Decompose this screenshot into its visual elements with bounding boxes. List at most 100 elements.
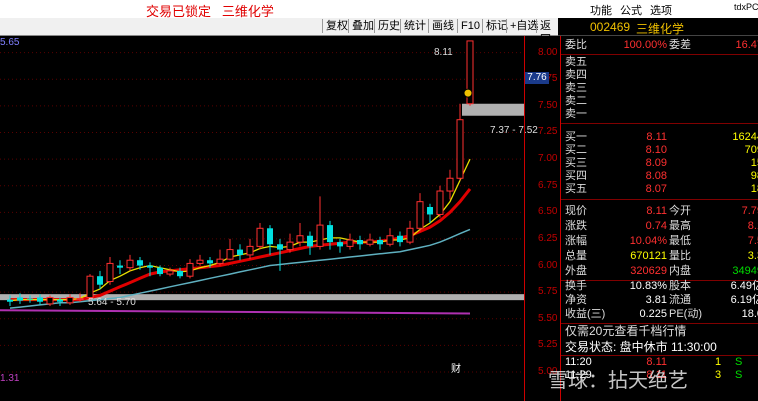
- candle-body: [86, 275, 94, 298]
- quote-label: 涨幅: [565, 235, 587, 247]
- price-axis-tick: 6.75: [538, 179, 558, 191]
- sell-row[interactable]: 卖二: [565, 95, 757, 108]
- quote-label-2: 今开: [669, 205, 691, 217]
- candle-body: [207, 260, 213, 264]
- tick-side: S: [735, 356, 743, 368]
- candle-body: [117, 265, 123, 268]
- buy-volume: 16244: [732, 131, 758, 143]
- quote-label-2: 最低: [669, 235, 691, 247]
- candle: [86, 274, 94, 300]
- quote-value: 10.04%: [629, 235, 667, 247]
- finance-event-badge[interactable]: 财: [451, 360, 461, 375]
- buy-volume: 18: [750, 183, 758, 195]
- menu-function[interactable]: 功能: [590, 2, 612, 18]
- quote-value-2: 7.79: [741, 205, 758, 217]
- divider: [561, 199, 758, 200]
- menu-options[interactable]: 选项: [650, 2, 672, 18]
- candle: [397, 231, 403, 247]
- quote-label: 现价: [565, 205, 587, 217]
- quote-value: 0.74: [645, 220, 667, 232]
- cursor-band: [462, 103, 524, 116]
- sell-label: 卖五: [565, 56, 587, 68]
- candle: [267, 225, 273, 255]
- history-button[interactable]: 历史: [374, 19, 403, 33]
- candle-body: [406, 227, 414, 243]
- high-price-label: 8.11: [434, 47, 453, 58]
- kline-chart[interactable]: [0, 36, 524, 401]
- candle-body: [337, 242, 343, 247]
- left-scale-top: 5.65: [0, 37, 20, 48]
- candle-body: [226, 249, 234, 260]
- candle-body: [357, 240, 363, 245]
- buy-price: 8.09: [645, 157, 667, 169]
- buy-row[interactable]: 买五 8.07 18: [565, 183, 758, 196]
- statistics-button[interactable]: 统计: [400, 19, 429, 33]
- candle-body: [316, 224, 324, 247]
- finance-row: 换手 10.83% 股本 6.49亿: [565, 280, 758, 293]
- depth-notice-link[interactable]: 仅需20元查看千档行情: [565, 325, 757, 338]
- quote-row: 现价 8.11 今开 7.79: [565, 205, 758, 218]
- candle-body: [237, 249, 243, 255]
- quote-row: 总量 670121 量比 3.3: [565, 250, 758, 263]
- candle-body: [66, 296, 74, 304]
- buy-row[interactable]: 买二 8.10 709: [565, 144, 758, 157]
- buy-row[interactable]: 买一 8.11 16244: [565, 131, 758, 144]
- candle-body: [286, 241, 294, 251]
- title-bar: 交易已锁定 三维化学: [0, 0, 558, 19]
- price-axis-tick: 6.25: [538, 232, 558, 244]
- candle-body: [97, 276, 103, 285]
- buy-row[interactable]: 买三 8.09 15: [565, 157, 758, 170]
- quote-value: 8.11: [646, 205, 667, 217]
- buy-volume: 709: [744, 144, 758, 156]
- overlay-button[interactable]: 叠加: [348, 19, 377, 33]
- candle-body: [256, 227, 264, 247]
- chart-gridlines: [0, 52, 524, 373]
- restore-rights-button[interactable]: 复权: [322, 19, 351, 33]
- divider: [561, 54, 758, 55]
- buy-volume: 15: [750, 157, 758, 169]
- quote-label: 外盘: [565, 265, 587, 277]
- watermark: 雪球：拈天绝艺: [548, 370, 688, 392]
- menu-tdxpc[interactable]: tdxPC: [734, 2, 758, 12]
- menu-formula[interactable]: 公式: [620, 2, 642, 18]
- candle: [286, 233, 294, 253]
- sell-row[interactable]: 卖五: [565, 56, 757, 69]
- candle-body: [456, 119, 464, 179]
- candle: [117, 260, 123, 275]
- candle: [377, 236, 383, 250]
- trading-window: 交易已锁定 三维化学 复权 叠加 历史 统计 画线 F10 标记 +自选 返回 …: [0, 0, 758, 401]
- stock-title-bar: 002469 三维化学: [558, 18, 758, 36]
- candle: [346, 233, 354, 250]
- sell-row[interactable]: 卖一: [565, 108, 757, 121]
- candle-body: [267, 228, 273, 245]
- buy-price: 8.11: [646, 131, 667, 143]
- f10-button[interactable]: F10: [457, 19, 483, 33]
- candle: [406, 220, 414, 245]
- candle-body: [446, 177, 454, 192]
- candle-body: [377, 240, 383, 245]
- draw-line-button[interactable]: 画线: [428, 19, 457, 33]
- sell-row[interactable]: 卖三: [565, 82, 757, 95]
- price-axis-tick: 6.50: [538, 206, 558, 218]
- candle-body: [27, 298, 33, 300]
- sell-row[interactable]: 卖四: [565, 69, 757, 82]
- candle: [256, 222, 264, 250]
- ma10-line: [10, 187, 472, 302]
- sell-label: 卖一: [565, 108, 587, 120]
- candle: [366, 233, 374, 247]
- candle: [97, 270, 103, 289]
- candle-body: [186, 262, 194, 277]
- candle: [386, 228, 394, 247]
- candle-body: [137, 260, 143, 266]
- buy-label: 买一: [565, 131, 587, 143]
- sell-label: 卖四: [565, 69, 587, 81]
- candle-body: [346, 239, 354, 247]
- candle: [427, 203, 433, 223]
- back-button[interactable]: 返回: [536, 19, 558, 46]
- price-axis-tick: 7.25: [538, 126, 558, 138]
- finance-value-2: 18.0: [741, 308, 758, 320]
- candle: [186, 259, 194, 279]
- price-axis-tick: 6.00: [538, 259, 558, 271]
- buy-row[interactable]: 买四 8.08 98: [565, 170, 758, 183]
- candle-body: [436, 190, 444, 215]
